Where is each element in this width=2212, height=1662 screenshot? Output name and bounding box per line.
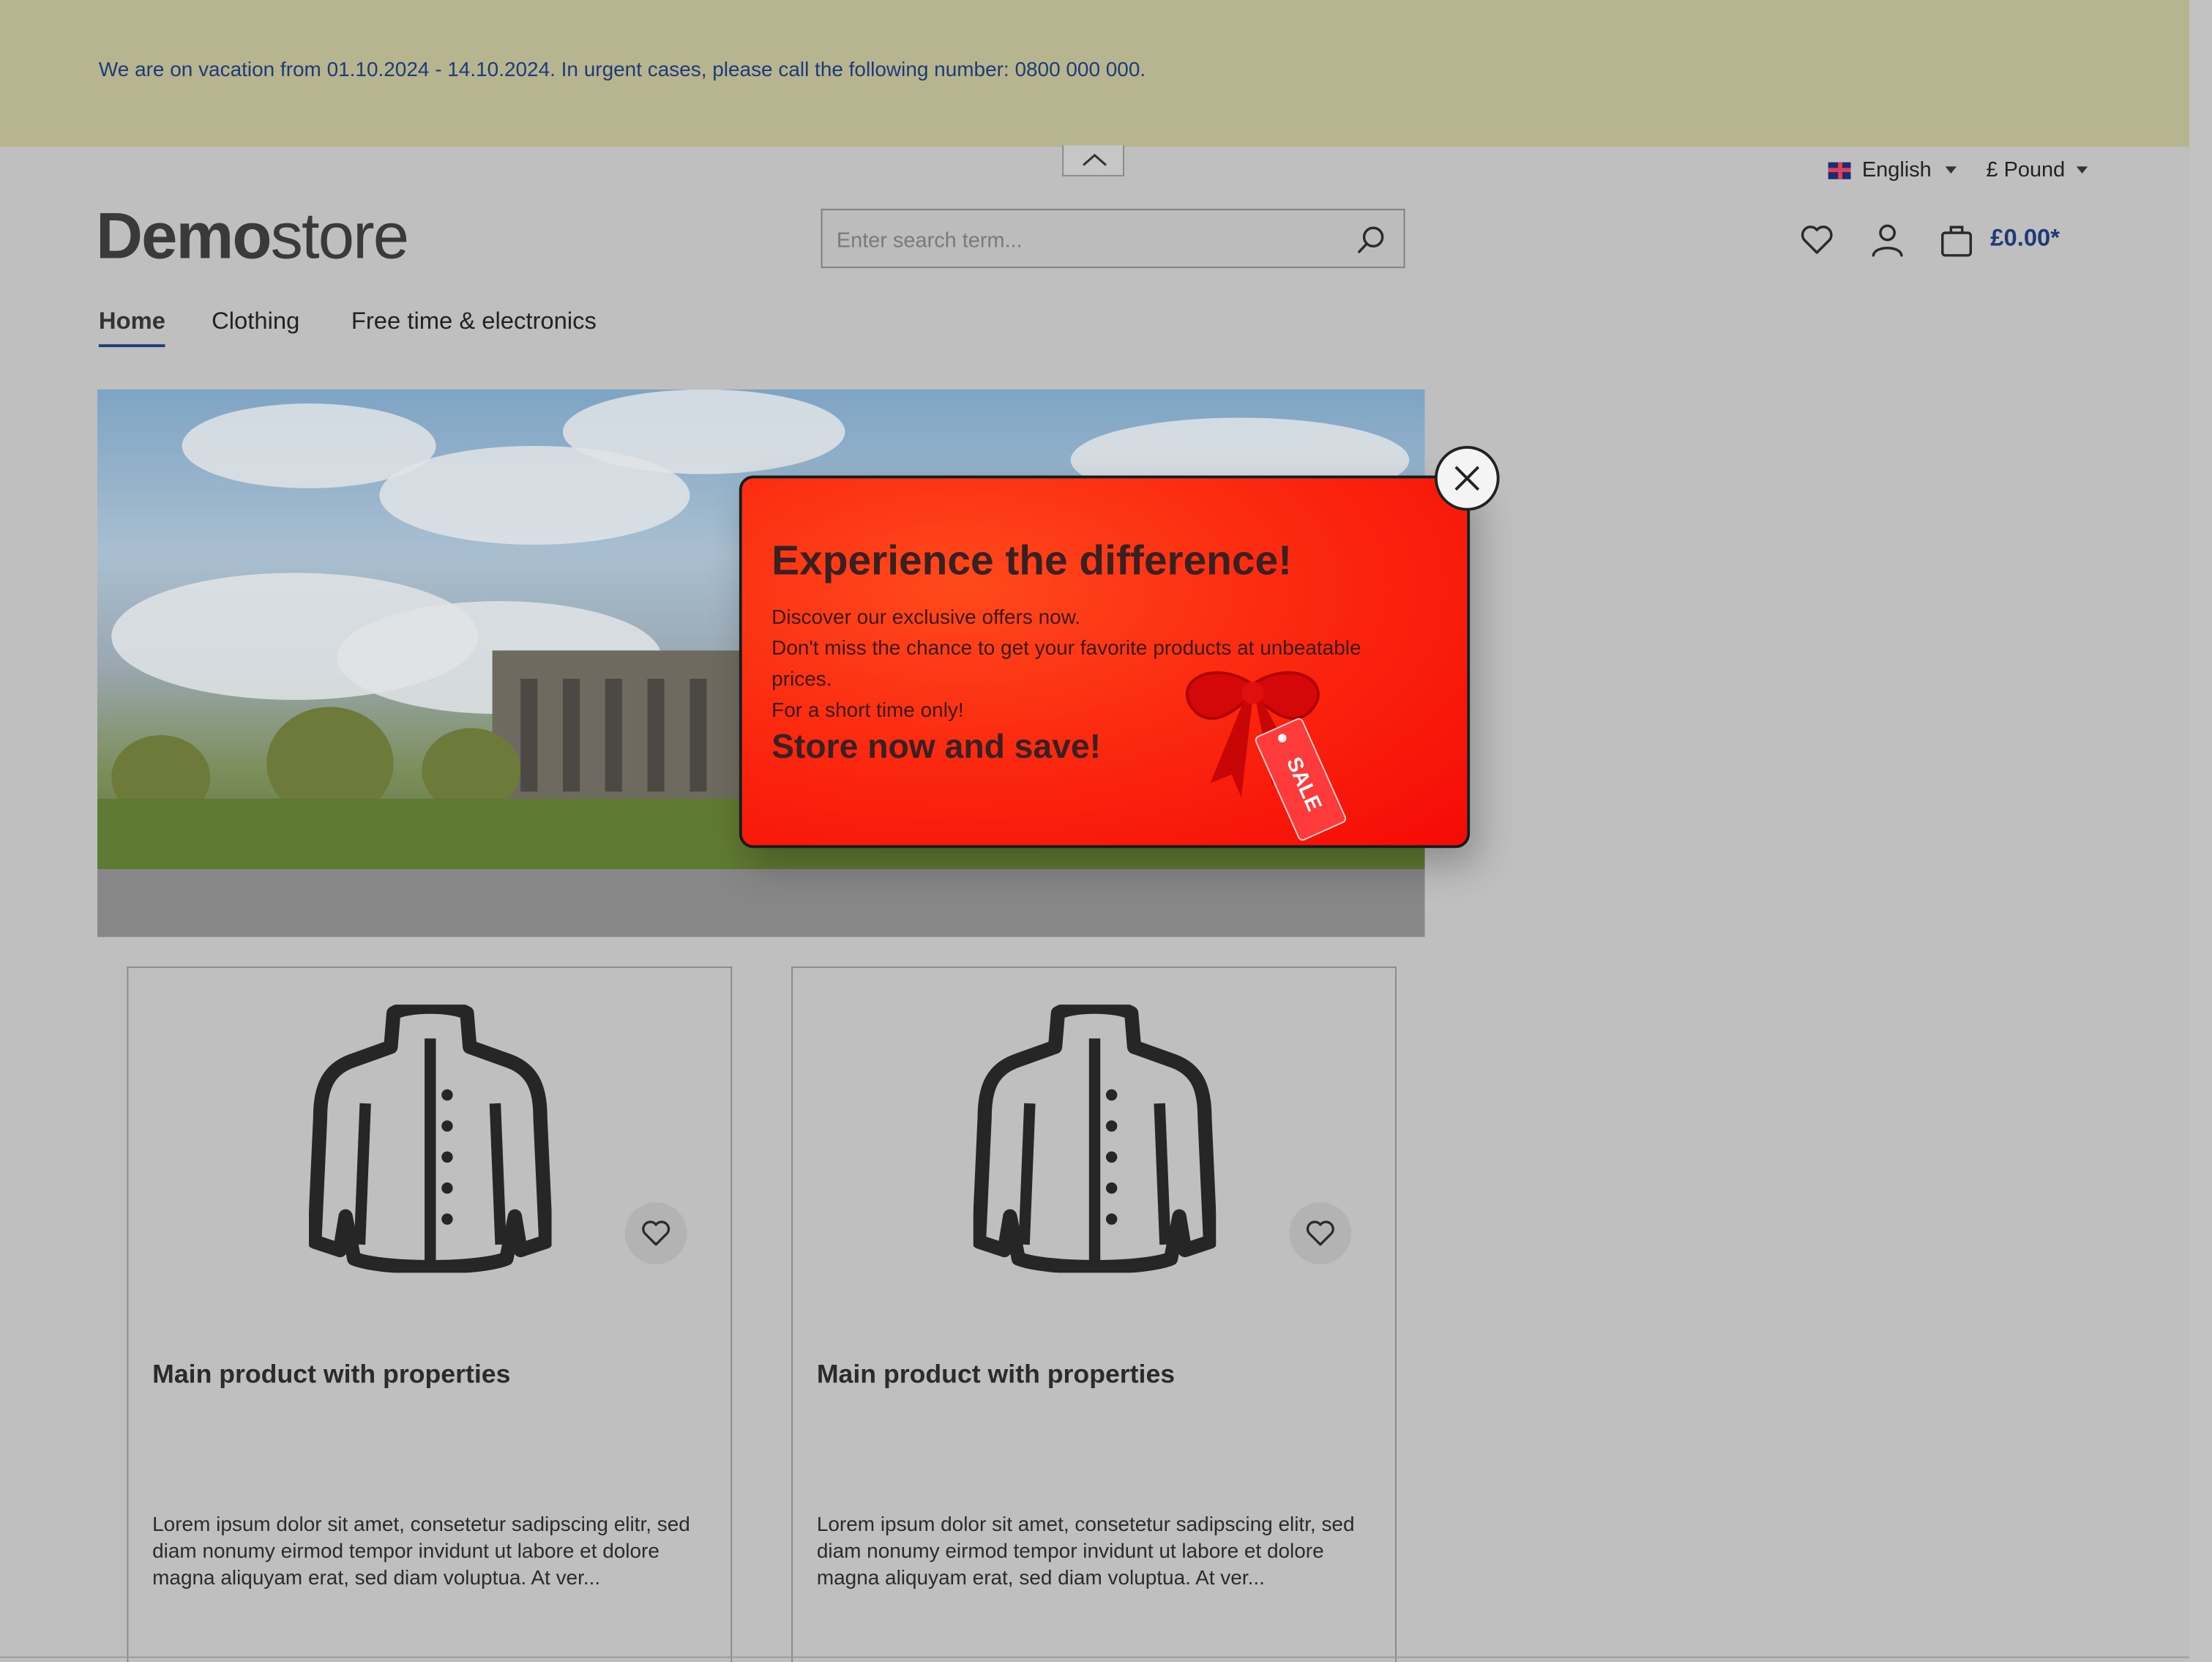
language-selector[interactable]: English (1828, 158, 1957, 182)
language-label: English (1861, 157, 1932, 182)
logo-light-text: store (270, 198, 409, 272)
currency-selector[interactable]: £ Pound (1986, 158, 2088, 182)
collapse-notice-button[interactable] (1062, 145, 1124, 176)
popup-text-line: For a short time only! (771, 699, 964, 723)
paved-path (97, 869, 1425, 937)
notice-bar: We are on vacation from 01.10.2024 - 14.… (0, 0, 2190, 147)
cloud (562, 389, 845, 474)
promo-popup: Experience the difference! Discover our … (739, 475, 1471, 849)
currency-label: £ Pound (1986, 157, 2066, 182)
chevron-up-icon (1083, 153, 1107, 166)
account-icon[interactable] (1869, 222, 1906, 258)
heart-icon (642, 1221, 670, 1246)
logo-bold-text: Demo (96, 198, 272, 272)
close-icon (1454, 466, 1480, 491)
search-box (821, 209, 1405, 270)
building-window (562, 678, 580, 792)
add-to-wishlist-button[interactable] (1289, 1201, 1352, 1264)
popup-cta-text: Store now and save! (771, 728, 1101, 767)
product-description: Lorem ipsum dolor sit amet, consetetur s… (816, 1513, 1355, 1590)
notice-text: We are on vacation from 01.10.2024 - 14.… (98, 59, 1146, 82)
building-window (605, 678, 622, 792)
building (492, 650, 775, 806)
product-card[interactable]: Main product with properties Lorem ipsum… (127, 966, 733, 1662)
nav-item-home[interactable]: Home (98, 308, 166, 348)
popup-text-line: Discover our exclusive offers now. (771, 606, 1081, 630)
jacket-icon (973, 1005, 1217, 1273)
product-description: Lorem ipsum dolor sit amet, consetetur s… (152, 1513, 690, 1590)
caret-down-icon (1946, 166, 1957, 174)
building-window (647, 678, 665, 792)
store-logo[interactable]: Demostore (96, 198, 409, 274)
add-to-wishlist-button[interactable] (624, 1201, 687, 1264)
nav-item-clothing[interactable]: Clothing (212, 308, 299, 336)
wishlist-icon[interactable] (1798, 222, 1835, 258)
uk-flag-icon (1828, 161, 1851, 179)
search-icon[interactable] (1356, 224, 1386, 255)
close-popup-button[interactable] (1434, 445, 1500, 511)
jacket-icon (309, 1005, 552, 1273)
building-window (690, 678, 707, 792)
scrollbar-track[interactable] (2189, 0, 2212, 1662)
product-title[interactable]: Main product with properties (817, 1359, 1175, 1390)
cart-total[interactable]: £0.00* (1990, 224, 2060, 253)
cart-icon[interactable] (1938, 222, 1975, 258)
caret-down-icon (2076, 166, 2088, 174)
popup-title: Experience the difference! (771, 537, 1293, 584)
nav-item-free-time-electronics[interactable]: Free time & electronics (351, 308, 597, 336)
search-input[interactable] (822, 210, 1348, 270)
product-card[interactable]: Main product with properties Lorem ipsum… (791, 966, 1397, 1662)
sale-tag-icon: SALE (1255, 718, 1347, 841)
popup-text-line: prices. (771, 668, 832, 692)
heart-icon (1306, 1221, 1334, 1246)
building-window (520, 678, 538, 792)
page: We are on vacation from 01.10.2024 - 14.… (0, 0, 2212, 1662)
divider (0, 1656, 2190, 1658)
product-title[interactable]: Main product with properties (152, 1359, 510, 1390)
